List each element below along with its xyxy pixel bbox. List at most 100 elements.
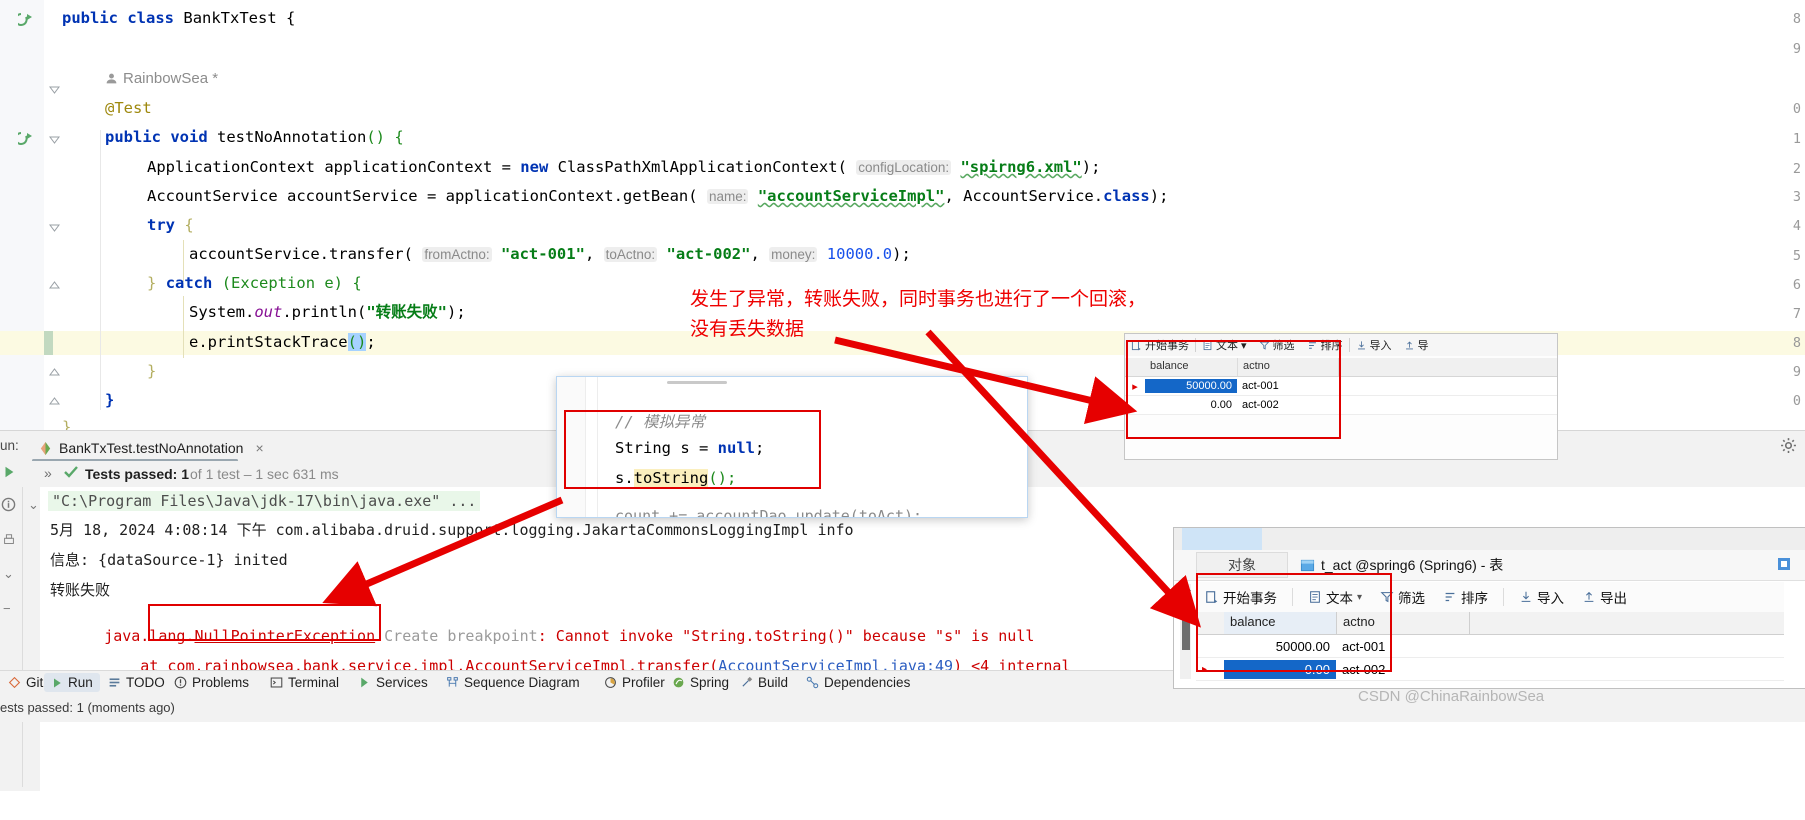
- fold-marker-method[interactable]: [48, 134, 61, 147]
- fold-marker-doc[interactable]: [48, 84, 61, 97]
- line-tail: );: [1149, 187, 1169, 205]
- keyword-void: void: [170, 128, 208, 146]
- field-out: out: [254, 303, 283, 321]
- param-hint-to-actno: toActno:: [603, 247, 658, 262]
- line-number: 3: [1792, 189, 1801, 205]
- run-method-icon[interactable]: [18, 131, 34, 147]
- run-panel-label: un:: [0, 438, 19, 453]
- bottom-item-sequence-diagram[interactable]: Sequence Diagram: [446, 675, 580, 690]
- java-exe-command: "C:\Program Files\Java\jdk-17\bin\java.e…: [52, 492, 477, 510]
- bottom-item-label: Git: [26, 675, 44, 690]
- run-class-icon[interactable]: [18, 12, 34, 28]
- person-icon: [105, 72, 118, 85]
- import-label: 导入: [1369, 340, 1392, 352]
- indent-guide-catch: [183, 296, 184, 358]
- popup-line-count-update: count += accountDao.update(toAct);: [615, 507, 923, 518]
- bottom-item-git[interactable]: Git: [8, 675, 43, 690]
- gear-icon[interactable]: [1780, 437, 1797, 454]
- export-button[interactable]: 导出: [1573, 587, 1636, 607]
- bottom-item-dependencies[interactable]: Dependencies: [806, 675, 910, 690]
- keyword-try: try: [147, 216, 175, 234]
- bottom-item-spring[interactable]: Spring: [672, 675, 729, 690]
- code-line-close-method[interactable]: }: [105, 391, 114, 409]
- code-line-transfer[interactable]: accountService.transfer( fromActno: "act…: [189, 245, 911, 264]
- test-config-icon: [38, 441, 53, 456]
- brace-open: {: [286, 9, 296, 27]
- red-highlight-box-db-small: [1126, 340, 1341, 439]
- db-tab-2[interactable]: [1274, 528, 1354, 550]
- profiler-icon: [604, 676, 617, 689]
- line-number: 1: [1792, 131, 1801, 147]
- run-left-toolbar[interactable]: ⌄ − ⌄: [0, 461, 40, 791]
- line-tail: );: [447, 303, 466, 321]
- scrollbar-thumb[interactable]: [1182, 598, 1190, 650]
- scroll-up-arrow-icon[interactable]: [1181, 584, 1191, 591]
- tab-bank-tx-test[interactable]: BankTxTest.testNoAnnotation ×: [38, 436, 264, 460]
- git-icon: [8, 676, 21, 689]
- export-button[interactable]: 导: [1398, 337, 1435, 353]
- code-line-print-stack-trace[interactable]: e.printStackTrace();: [189, 333, 376, 351]
- code-line-catch[interactable]: } catch (Exception e) {: [147, 274, 362, 292]
- sort-button[interactable]: 排序: [1434, 587, 1497, 607]
- build-icon: [740, 676, 753, 689]
- bottom-item-problems[interactable]: Problems: [174, 675, 249, 690]
- spring-icon: [672, 676, 685, 689]
- method-name: testNoAnnotation: [217, 128, 367, 146]
- red-highlight-box-popup: [564, 410, 821, 489]
- db-tab-1[interactable]: [1182, 528, 1262, 550]
- code-line-println[interactable]: System.out.println("转账失败");: [189, 303, 466, 321]
- rerun-icon[interactable]: [2, 465, 16, 479]
- bottom-item-label: Services: [376, 675, 428, 690]
- bottom-item-label: Problems: [192, 675, 250, 690]
- expand-chevron-icon[interactable]: »: [44, 465, 52, 481]
- bottom-item-terminal[interactable]: Terminal: [270, 675, 339, 690]
- filter-label: 筛选: [1398, 591, 1426, 606]
- close-icon[interactable]: ×: [255, 440, 263, 456]
- line-number: 4: [1792, 218, 1801, 234]
- chevron-down-icon[interactable]: ⌄: [3, 566, 14, 582]
- tests-passed-count: Tests passed: 1: [85, 466, 190, 482]
- bottom-item-profiler[interactable]: Profiler: [604, 675, 665, 690]
- bottom-item-label: Sequence Diagram: [464, 675, 580, 690]
- fold-marker-class-end[interactable]: [48, 395, 61, 408]
- bottom-item-todo[interactable]: TODO: [108, 675, 165, 690]
- bottom-item-label: TODO: [126, 675, 165, 690]
- minus-icon[interactable]: −: [3, 601, 11, 616]
- keyword-public: public: [105, 128, 161, 146]
- indent-guide: [100, 130, 101, 410]
- class-literal-prefix: , AccountService.: [944, 187, 1104, 205]
- collapse-icon[interactable]: ⌄: [28, 497, 39, 513]
- transfer-call: accountService.transfer(: [189, 245, 413, 263]
- code-line-close-catch[interactable]: }: [147, 362, 156, 380]
- bottom-item-services[interactable]: Services: [358, 675, 428, 690]
- info-icon[interactable]: [1, 497, 16, 512]
- code-line-annotation-test[interactable]: @Test: [105, 99, 152, 117]
- fold-marker-catch[interactable]: [48, 279, 61, 292]
- vertical-scrollbar[interactable]: [1180, 584, 1191, 679]
- bottom-item-label: Dependencies: [824, 675, 911, 690]
- code-line-class-decl[interactable]: public class BankTxTest {: [62, 9, 295, 27]
- popup-drag-handle[interactable]: [667, 381, 727, 384]
- db-tab-3[interactable]: [1374, 528, 1454, 550]
- code-line-try[interactable]: try {: [147, 216, 194, 234]
- bottom-item-build[interactable]: Build: [740, 675, 788, 690]
- line-number: 5: [1792, 248, 1801, 264]
- panel-menu-icon[interactable]: [1776, 556, 1792, 572]
- code-line-account-service[interactable]: AccountService accountService = applicat…: [147, 187, 1168, 206]
- red-highlight-box-exception: [148, 604, 381, 641]
- services-icon: [358, 676, 371, 689]
- db-tab-strip[interactable]: [1174, 528, 1805, 550]
- import-button[interactable]: 导入: [1510, 587, 1573, 607]
- import-button[interactable]: 导入: [1350, 337, 1398, 353]
- param-hint-name: name:: [706, 189, 749, 204]
- editor-gutter: [0, 0, 45, 430]
- fold-marker-method-end[interactable]: [48, 366, 61, 379]
- bottom-item-label: Spring: [690, 675, 730, 690]
- type-account-service: AccountService: [147, 187, 278, 205]
- code-line-method-decl[interactable]: public void testNoAnnotation() {: [105, 128, 404, 146]
- print-icon[interactable]: [2, 533, 16, 547]
- fold-marker-try[interactable]: [48, 222, 61, 235]
- bottom-item-run[interactable]: Run: [44, 673, 100, 692]
- db-tab-4[interactable]: [1474, 528, 1554, 550]
- code-line-application-context[interactable]: ApplicationContext applicationContext = …: [147, 158, 1100, 177]
